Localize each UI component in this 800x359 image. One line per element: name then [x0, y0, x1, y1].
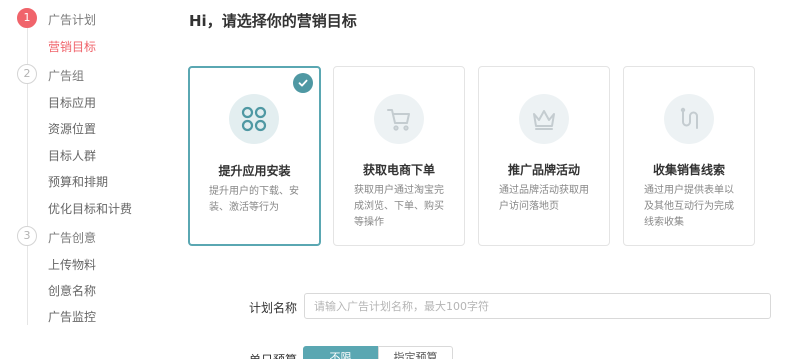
- sidebar-step-ad-plan[interactable]: 广告计划: [48, 11, 96, 28]
- sidebar-item-upload-assets[interactable]: 上传物料: [48, 256, 96, 273]
- shopping-cart-icon: [374, 94, 424, 144]
- goal-card-brand-promotion[interactable]: 推广品牌活动 通过品牌活动获取用户访问落地页: [478, 66, 610, 246]
- sidebar-item-ad-monitoring[interactable]: 广告监控: [48, 308, 96, 325]
- goal-card-app-install[interactable]: 提升应用安装 提升用户的下载、安装、激活等行为: [188, 66, 321, 246]
- app-grid-icon: [228, 94, 279, 144]
- sidebar-step-ad-creative[interactable]: 广告创意: [48, 229, 96, 246]
- goal-card-description: 通过用户提供表单以及其他互动行为完成线索收集: [644, 185, 734, 228]
- sidebar-item-placement[interactable]: 资源位置: [48, 120, 96, 137]
- sidebar-item-target-app[interactable]: 目标应用: [48, 94, 96, 111]
- step-1-indicator: 1: [17, 8, 37, 28]
- goal-card-title: 收集销售线索: [652, 163, 725, 177]
- goal-card-ecommerce-order[interactable]: 获取电商下单 获取用户通过淘宝完成浏览、下单、购买等操作: [333, 66, 465, 246]
- crown-icon: [519, 94, 569, 144]
- sidebar: 1 广告计划 营销目标 2 广告组 目标应用 资源位置 目标人群 预算和排期 优…: [0, 0, 160, 359]
- sidebar-item-optimization-billing[interactable]: 优化目标和计费: [48, 200, 132, 217]
- path-icon: [664, 94, 714, 144]
- budget-option-unlimited[interactable]: 不限: [303, 346, 378, 359]
- step-3-indicator: 3: [17, 226, 37, 246]
- step-2-indicator: 2: [17, 64, 37, 84]
- step-connector: [27, 28, 28, 64]
- sidebar-item-creative-name[interactable]: 创意名称: [48, 282, 96, 299]
- goal-card-description: 通过品牌活动获取用户访问落地页: [499, 185, 589, 212]
- sidebar-item-audience[interactable]: 目标人群: [48, 147, 96, 164]
- plan-name-label: 计划名称: [249, 301, 298, 315]
- goal-card-sales-leads[interactable]: 收集销售线索 通过用户提供表单以及其他互动行为完成线索收集: [623, 66, 755, 246]
- plan-name-input[interactable]: [304, 293, 771, 319]
- goal-card-description: 提升用户的下载、安装、激活等行为: [209, 186, 299, 213]
- step-connector: [27, 245, 28, 325]
- goal-card-title: 获取电商下单: [362, 163, 435, 177]
- selected-check-icon: [293, 73, 313, 93]
- sidebar-item-budget-schedule[interactable]: 预算和排期: [48, 173, 108, 190]
- sidebar-item-marketing-goal[interactable]: 营销目标: [48, 38, 96, 55]
- goal-card-title: 提升应用安装: [218, 164, 291, 178]
- step-connector: [27, 83, 28, 226]
- page-title: Hi，请选择你的营销目标: [189, 12, 357, 30]
- sidebar-step-ad-group[interactable]: 广告组: [48, 67, 84, 84]
- goal-card-title: 推广品牌活动: [507, 163, 580, 177]
- budget-option-specified[interactable]: 指定预算: [378, 346, 453, 359]
- daily-budget-label: 单日预算: [249, 351, 297, 359]
- goal-card-description: 获取用户通过淘宝完成浏览、下单、购买等操作: [354, 185, 444, 228]
